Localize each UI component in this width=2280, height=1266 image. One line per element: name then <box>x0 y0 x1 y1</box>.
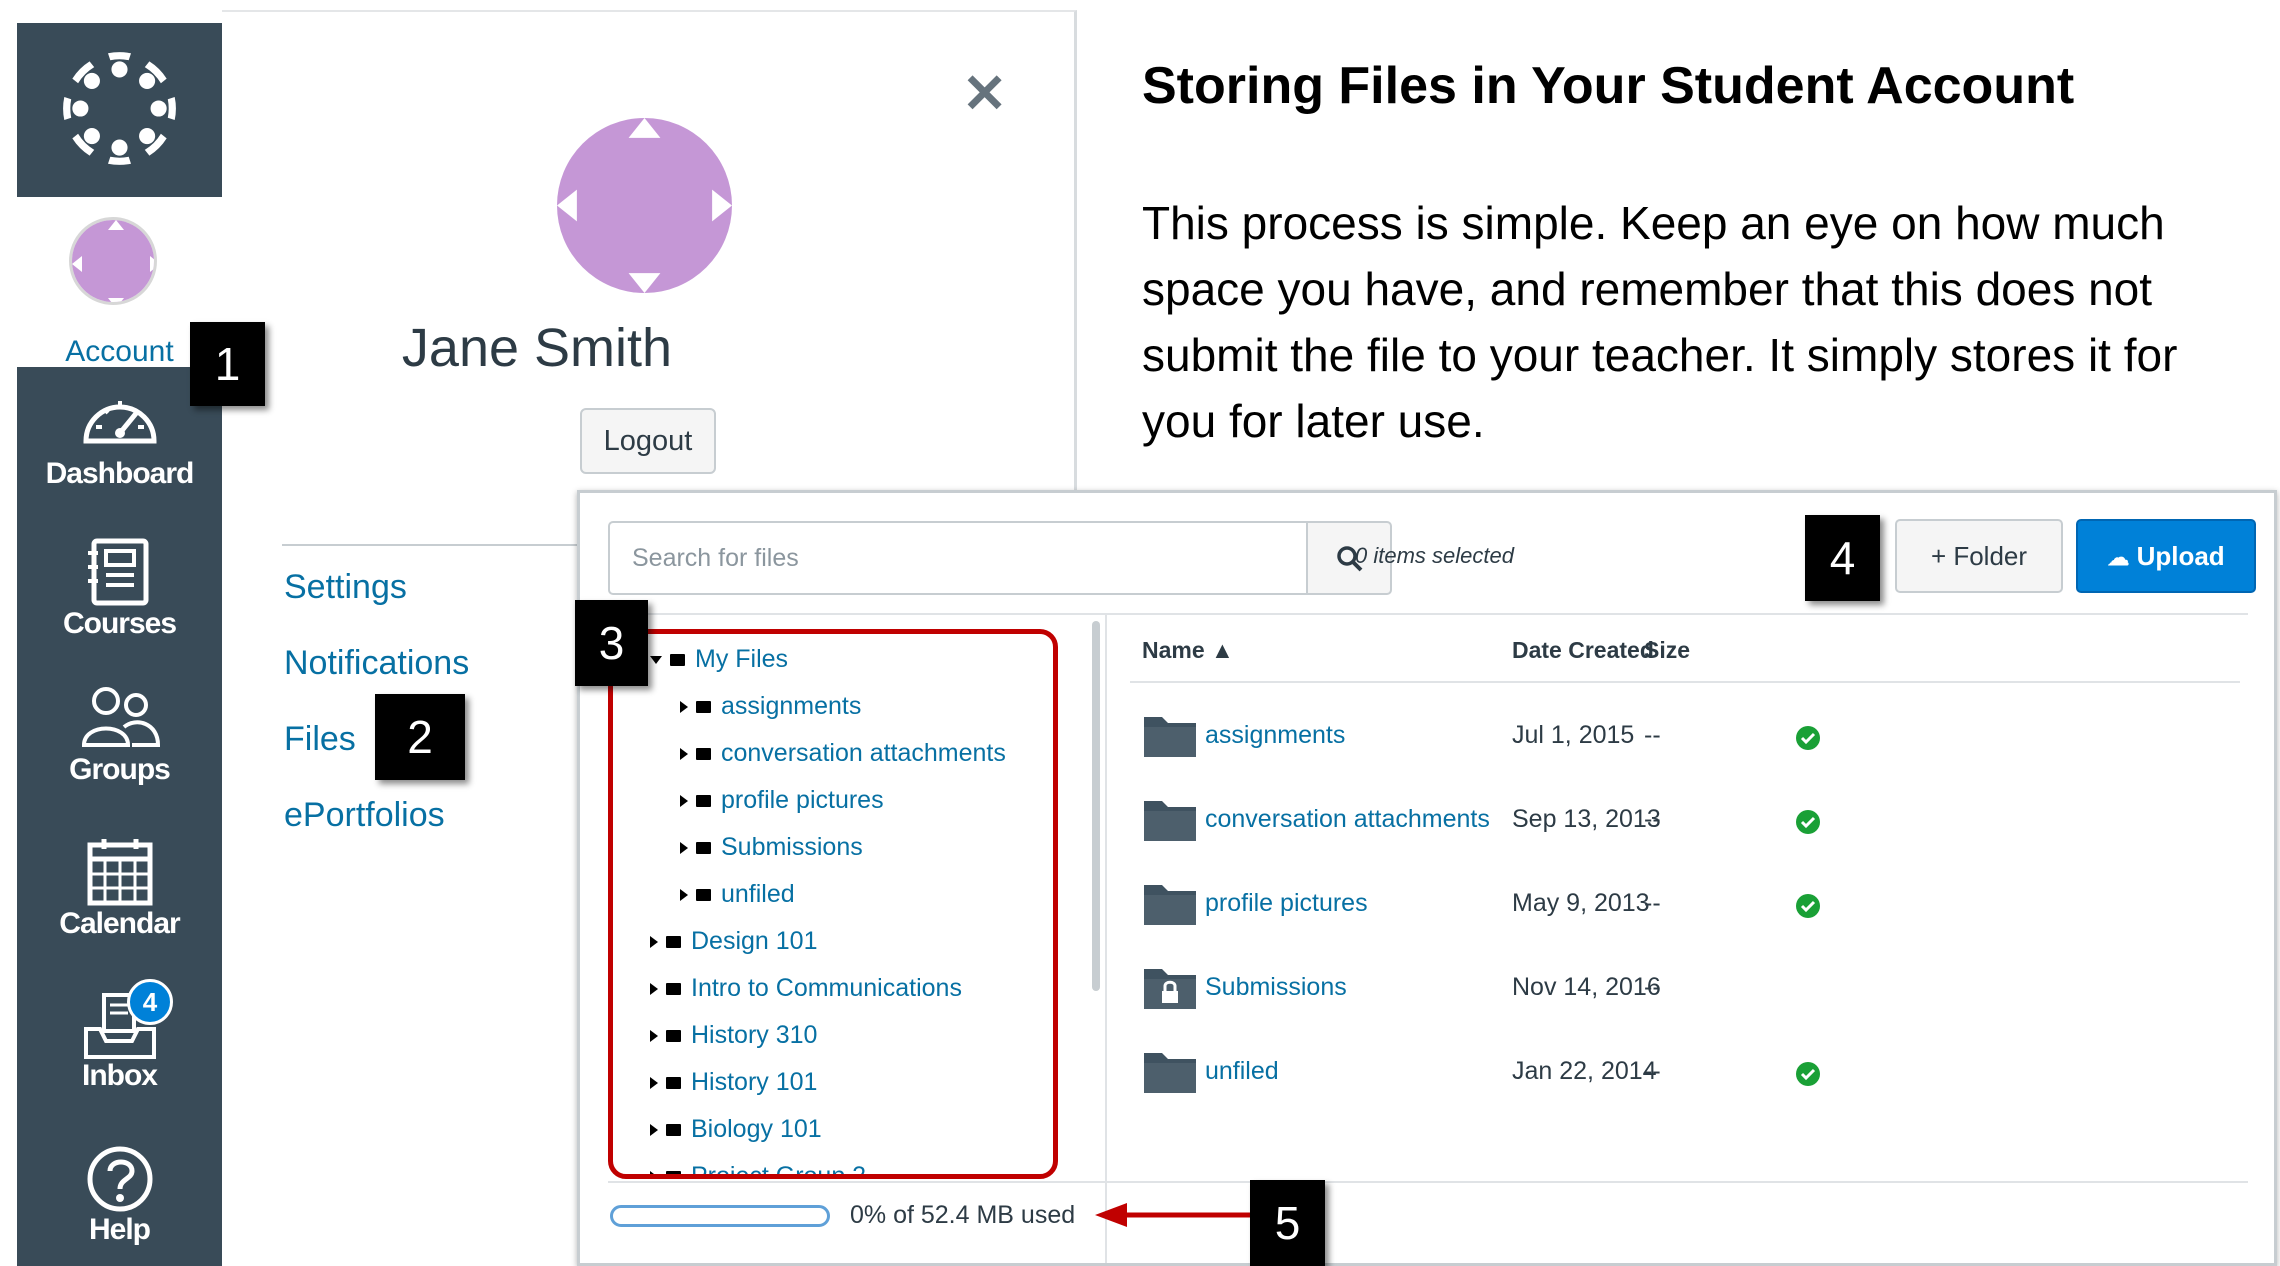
date-created: Nov 14, 2016 <box>1512 973 1661 1001</box>
file-name-link[interactable]: Submissions <box>1205 973 1347 1002</box>
callout-3: 3 <box>575 600 648 686</box>
file-name-link[interactable]: assignments <box>1205 721 1345 750</box>
footer-divider <box>608 1181 2248 1183</box>
tray-link-notifications[interactable]: Notifications <box>284 644 469 683</box>
nav-item-label: Groups <box>69 753 171 786</box>
storage-quota-bar <box>610 1205 830 1227</box>
tray-link-settings[interactable]: Settings <box>284 568 407 607</box>
nav-item-groups[interactable]: Groups <box>17 663 222 803</box>
upload-label: Upload <box>2136 541 2225 571</box>
published-icon[interactable] <box>1795 1061 1821 1087</box>
folder-icon <box>1144 885 1196 925</box>
column-header-size[interactable]: Size <box>1644 637 1690 664</box>
table-row[interactable]: conversation attachments Sep 13, 2013 -- <box>1120 777 2270 861</box>
file-name-link[interactable]: unfiled <box>1205 1057 1279 1086</box>
selection-count: 0 items selected <box>1355 543 1514 568</box>
published-icon[interactable] <box>1795 809 1821 835</box>
nav-item-calendar[interactable]: Calendar <box>17 817 222 957</box>
arrow-icon <box>1095 1203 1255 1227</box>
nav-item-label: Calendar <box>59 907 180 940</box>
pane-divider <box>1105 613 1107 1263</box>
storage-quota-text: 0% of 52.4 MB used <box>850 1201 1076 1229</box>
callout-5: 5 <box>1250 1180 1325 1266</box>
add-folder-button[interactable]: + Folder <box>1895 519 2063 593</box>
close-icon[interactable]: ✕ <box>962 62 1007 125</box>
nav-item-inbox[interactable]: 4 Inbox <box>17 969 222 1109</box>
tray-link-files[interactable]: Files <box>284 720 356 759</box>
folder-icon <box>1144 717 1196 757</box>
date-created: Jul 1, 2015 <box>1512 721 1635 749</box>
table-header-divider <box>1130 681 2240 683</box>
profile-avatar <box>557 118 732 293</box>
nav-item-label: Courses <box>62 607 177 640</box>
courses-icon <box>88 538 149 606</box>
groups-icon <box>81 687 160 747</box>
date-created: Jan 22, 2014 <box>1512 1057 1657 1085</box>
upload-button[interactable]: ☁ Upload <box>2076 519 2256 593</box>
canvas-logo[interactable] <box>17 23 222 197</box>
nav-item-label: Inbox <box>82 1059 158 1092</box>
nav-item-courses[interactable]: Courses <box>17 517 222 657</box>
file-size: -- <box>1644 805 1661 833</box>
nav-item-label: Dashboard <box>45 457 195 490</box>
date-created: May 9, 2013 <box>1512 889 1650 917</box>
nav-item-label: Help <box>88 1213 151 1246</box>
nav-item-help[interactable]: Help <box>17 1123 222 1263</box>
folder-tree-highlight <box>608 629 1058 1179</box>
search-input[interactable] <box>610 523 1306 593</box>
global-nav: Account Dashboard Courses Groups Calenda… <box>17 23 222 1266</box>
instruction-heading: Storing Files in Your Student Account <box>1142 57 2075 115</box>
search-box <box>608 521 1308 595</box>
file-name-link[interactable]: conversation attachments <box>1205 805 1490 834</box>
published-icon[interactable] <box>1795 725 1821 751</box>
help-icon <box>87 1146 153 1212</box>
callout-1: 1 <box>190 322 265 406</box>
file-size: -- <box>1644 721 1661 749</box>
toolbar-divider <box>608 613 2248 615</box>
column-header-name[interactable]: Name ▲ <box>1142 637 1234 664</box>
file-size: -- <box>1644 973 1661 1001</box>
locked-folder-icon <box>1144 969 1196 1009</box>
user-name: Jane Smith <box>401 318 673 378</box>
logout-button[interactable]: Logout <box>580 408 716 474</box>
cloud-upload-icon: ☁ <box>2107 545 2130 570</box>
dashboard-icon <box>83 401 157 444</box>
tray-link-eportfolios[interactable]: ePortfolios <box>284 796 445 835</box>
table-row[interactable]: profile pictures May 9, 2013 -- <box>1120 861 2270 945</box>
inbox-badge: 4 <box>127 979 173 1025</box>
table-row[interactable]: assignments Jul 1, 2015 -- <box>1120 693 2270 777</box>
instruction-body: This process is simple. Keep an eye on h… <box>1142 197 2178 447</box>
files-panel: 0 items selected + Folder ☁ Upload My Fi… <box>577 490 2277 1266</box>
file-name-link[interactable]: profile pictures <box>1205 889 1368 918</box>
folder-icon <box>1144 801 1196 841</box>
date-created: Sep 13, 2013 <box>1512 805 1661 833</box>
table-row[interactable]: Submissions Nov 14, 2016 -- <box>1120 945 2270 1029</box>
table-row[interactable]: unfiled Jan 22, 2014 -- <box>1120 1029 2270 1113</box>
callout-4: 4 <box>1805 515 1880 601</box>
callout-2: 2 <box>375 694 465 780</box>
published-icon[interactable] <box>1795 893 1821 919</box>
canvas-logo-icon <box>63 52 176 165</box>
file-size: -- <box>1644 1057 1661 1085</box>
file-size: -- <box>1644 889 1661 917</box>
calendar-icon <box>87 839 153 906</box>
avatar <box>69 217 157 305</box>
column-header-date[interactable]: Date Created <box>1512 637 1654 664</box>
tree-scrollbar[interactable] <box>1092 621 1100 991</box>
folder-icon <box>1144 1053 1196 1093</box>
